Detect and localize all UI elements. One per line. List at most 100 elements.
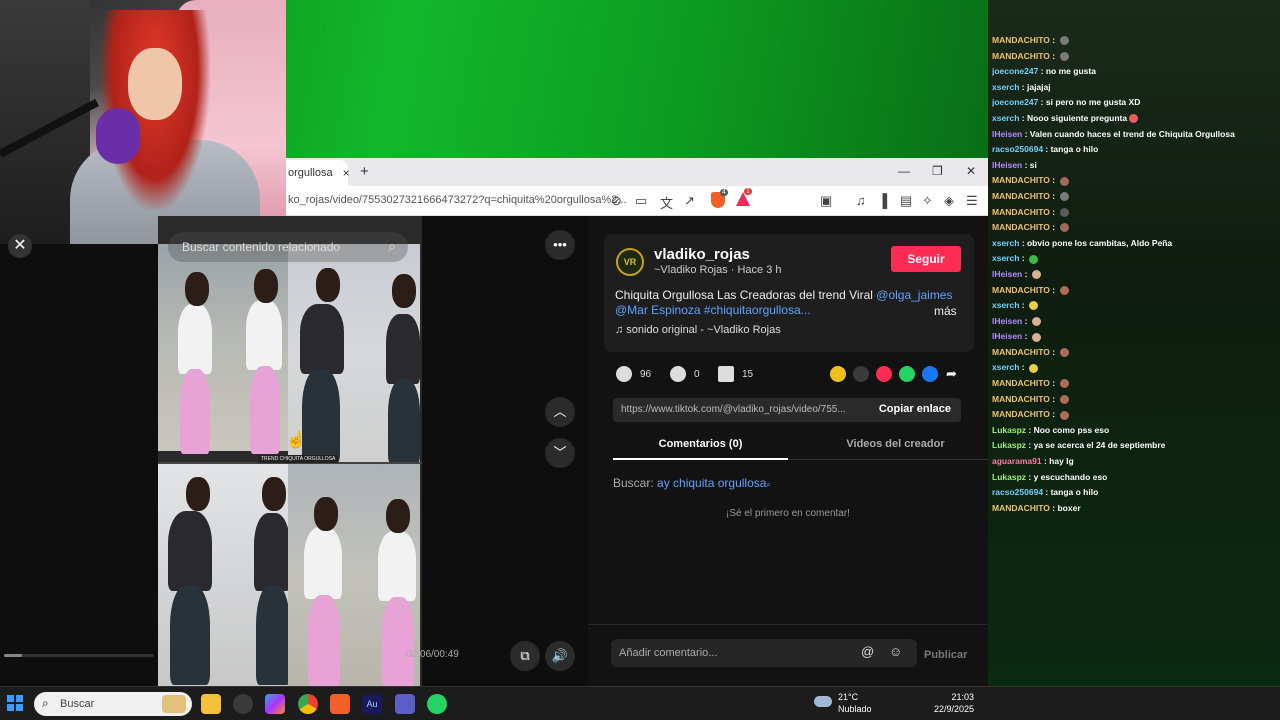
save-stat[interactable]: 15 <box>718 366 753 382</box>
tab-creator-videos[interactable]: Videos del creador <box>803 438 988 450</box>
share-icon[interactable]: ↗ <box>684 193 695 209</box>
chat-username[interactable]: lHeisen <box>992 129 1022 139</box>
chat-username[interactable]: joecone247 <box>992 66 1038 76</box>
copilot-icon[interactable] <box>265 694 285 714</box>
reader-mode-icon[interactable]: ⊘ <box>611 193 622 209</box>
chat-username[interactable]: lHeisen <box>992 160 1022 170</box>
windows-start-icon[interactable] <box>7 695 23 711</box>
chat-username[interactable]: MANDACHITO <box>992 191 1050 201</box>
chat-username[interactable]: lHeisen <box>992 316 1022 326</box>
chat-username[interactable]: xserch <box>992 362 1019 372</box>
repost-icon[interactable] <box>830 366 846 382</box>
chat-username[interactable]: lHeisen <box>992 269 1022 279</box>
weather-widget[interactable]: 21°C Nublado <box>838 691 872 715</box>
embed-icon[interactable] <box>853 366 869 382</box>
chat-username[interactable]: joecone247 <box>992 97 1038 107</box>
chat-username[interactable]: MANDACHITO <box>992 394 1050 404</box>
volume-button[interactable]: 🔊 <box>545 641 575 671</box>
chat-username[interactable]: MANDACHITO <box>992 285 1050 295</box>
chat-username[interactable]: aguarama91 <box>992 456 1042 466</box>
bookmark-icon[interactable] <box>718 366 734 382</box>
whatsapp-icon[interactable] <box>899 366 915 382</box>
next-video-button[interactable]: ﹀ <box>545 438 575 468</box>
hashtag-link[interactable]: @Mar Espinoza #chiquitaorgullosa... <box>615 303 811 317</box>
chat-username[interactable]: racso250694 <box>992 144 1043 154</box>
like-stat[interactable]: 96 <box>616 366 651 382</box>
close-window-button[interactable]: ✕ <box>966 164 976 178</box>
browser-tab[interactable]: orgullosa × <box>286 160 350 186</box>
tab-close-icon[interactable]: × <box>343 166 350 180</box>
comment-stat[interactable]: 0 <box>670 366 700 382</box>
mention-icon[interactable]: @ <box>861 644 874 659</box>
copy-link-button[interactable]: Copiar enlace <box>879 403 951 415</box>
chat-username[interactable]: Lukaspz <box>992 425 1026 435</box>
chat-username[interactable]: xserch <box>992 253 1019 263</box>
whatsapp-icon[interactable] <box>427 694 447 714</box>
taskbar-search[interactable]: ⌕ Buscar <box>34 692 192 716</box>
chat-username[interactable]: MANDACHITO <box>992 409 1050 419</box>
url-text[interactable]: ko_rojas/video/7553027321666473272?q=chi… <box>288 194 627 206</box>
chat-username[interactable]: MANDACHITO <box>992 175 1050 185</box>
follow-button[interactable]: Seguir <box>891 246 961 272</box>
chrome-icon[interactable] <box>298 694 318 714</box>
search-suggestion[interactable]: Buscar: ay chiquita orgullosa⌕ <box>613 476 771 490</box>
chat-username[interactable]: Lukaspz <box>992 440 1026 450</box>
chat-username[interactable]: MANDACHITO <box>992 378 1050 388</box>
more-button[interactable]: más <box>934 304 957 318</box>
new-tab-button[interactable]: + <box>360 163 369 180</box>
menu-icon[interactable]: ☰ <box>966 193 978 209</box>
video-player[interactable]: TREND CHIQUITA ORGULLOSA <box>158 216 422 686</box>
heart-icon[interactable] <box>616 366 632 382</box>
mention-link[interactable]: @olga_jaimes <box>876 288 952 302</box>
translate-icon[interactable]: 文 <box>660 193 673 212</box>
tab-comments[interactable]: Comentarios (0) <box>613 438 788 460</box>
leo-ai-icon[interactable]: ✧ <box>922 193 933 209</box>
chat-username[interactable]: xserch <box>992 300 1019 310</box>
audition-icon[interactable]: Au <box>362 694 382 714</box>
minimize-button[interactable]: — <box>898 164 910 178</box>
video-progress-track[interactable] <box>4 654 154 657</box>
previous-video-button[interactable]: ︿ <box>545 397 575 427</box>
send-icon[interactable] <box>876 366 892 382</box>
chat-username[interactable]: MANDACHITO <box>992 35 1050 45</box>
chat-username[interactable]: MANDACHITO <box>992 51 1050 61</box>
chat-username[interactable]: xserch <box>992 113 1019 123</box>
comment-input[interactable]: Añadir comentario... @ ☺ <box>611 639 917 667</box>
maximize-button[interactable]: ❐ <box>932 164 943 178</box>
emoji-icon[interactable]: ☺ <box>889 644 902 659</box>
search-query[interactable]: ay chiquita orgullosa <box>657 476 766 490</box>
video-link[interactable]: https://www.tiktok.com/@vladiko_rojas/vi… <box>621 404 871 415</box>
steam-icon[interactable] <box>233 694 253 714</box>
video-progress-fill[interactable] <box>4 654 22 657</box>
chat-username[interactable]: MANDACHITO <box>992 222 1050 232</box>
facebook-icon[interactable] <box>922 366 938 382</box>
sidebar-icon[interactable]: ▐ <box>878 193 887 208</box>
chat-username[interactable]: racso250694 <box>992 487 1043 497</box>
chat-username[interactable]: MANDACHITO <box>992 347 1050 357</box>
vpn-icon[interactable]: ◈ <box>944 193 954 209</box>
publish-button[interactable]: Publicar <box>924 649 967 661</box>
avatar[interactable]: VR <box>616 248 644 276</box>
address-bar[interactable]: ko_rojas/video/7553027321666473272?q=chi… <box>286 186 988 216</box>
cast-icon[interactable]: ▭ <box>635 193 647 209</box>
chat-username[interactable]: MANDACHITO <box>992 207 1050 217</box>
related-search-input[interactable]: Buscar contenido relacionado ⌕ <box>168 232 408 262</box>
more-options-button[interactable]: ••• <box>545 230 575 260</box>
brave-icon[interactable] <box>330 694 350 714</box>
share-arrow-icon[interactable]: ➦ <box>946 366 962 382</box>
media-icon[interactable]: ♫ <box>856 193 866 208</box>
chat-username[interactable]: xserch <box>992 82 1019 92</box>
close-video-button[interactable]: ✕ <box>8 234 32 258</box>
clock[interactable]: 21:03 22/9/2025 <box>934 691 974 715</box>
sound-link[interactable]: ♫ sonido original - ~Vladiko Rojas <box>615 324 781 336</box>
comment-icon[interactable] <box>670 366 686 382</box>
chat-username[interactable]: lHeisen <box>992 331 1022 341</box>
file-explorer-icon[interactable] <box>201 694 221 714</box>
wallet-icon[interactable]: ▤ <box>900 193 912 209</box>
sidebar-toggle-icon[interactable]: ▣ <box>820 193 832 209</box>
search-icon[interactable]: ⌕ <box>388 238 396 255</box>
chat-username[interactable]: MANDACHITO <box>992 503 1050 513</box>
username[interactable]: vladiko_rojas <box>654 246 750 263</box>
chat-username[interactable]: Lukaspz <box>992 472 1026 482</box>
pip-button[interactable]: ⧉ <box>510 641 540 671</box>
